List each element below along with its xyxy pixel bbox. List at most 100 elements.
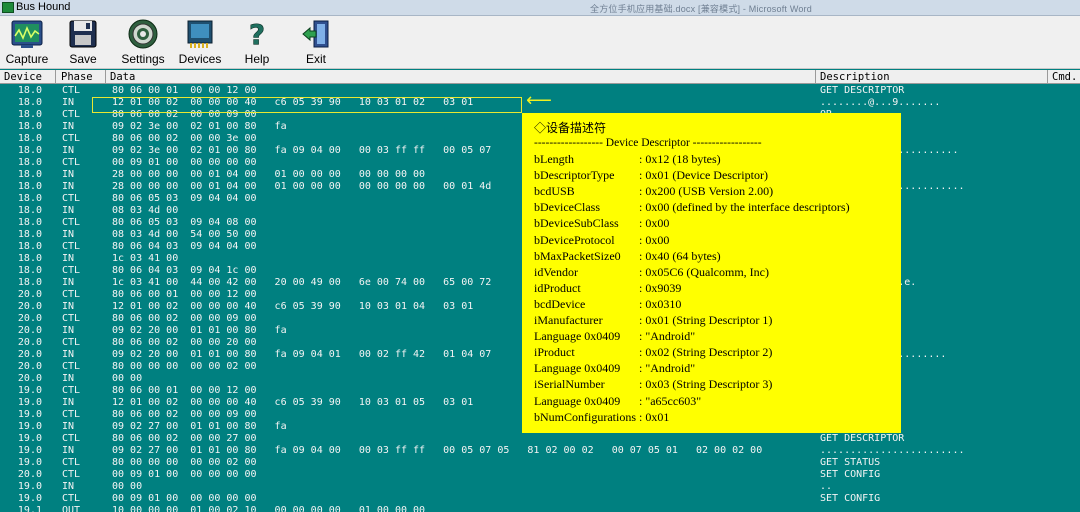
help-button[interactable]: ? Help: [237, 18, 277, 66]
row-phase-cell: CTL: [62, 289, 81, 300]
row-phase-cell: CTL: [62, 433, 81, 444]
descriptor-field-name: bcdDevice: [534, 297, 586, 311]
capture-row[interactable]: 19.0 IN 00 00..: [0, 481, 1080, 493]
row-device-cell: 19.0: [17, 481, 42, 492]
row-phase-cell: IN: [62, 421, 75, 432]
row-data-cell: 80 00 00 00 00 00 02 00: [112, 457, 257, 468]
row-phase-cell: CTL: [62, 313, 81, 324]
devices-label: Devices: [178, 52, 222, 66]
row-device-cell: 18.0: [17, 85, 42, 96]
descriptor-field-name: Language 0x0409: [534, 394, 621, 408]
row-device-cell: 20.0: [17, 313, 42, 324]
row-data-cell: 10 00 00 00 01 00 02 10 00 00 00 00 01 0…: [112, 505, 426, 512]
row-phase-cell: IN: [62, 121, 75, 132]
row-device-cell: 19.0: [17, 457, 42, 468]
capture-button[interactable]: Capture: [4, 18, 50, 66]
annotation-heading: ------------------ Device Descriptor ---…: [534, 137, 762, 149]
row-data-cell: 08 03 4d 00 54 00 50 00: [112, 229, 257, 240]
row-phase-cell: CTL: [62, 361, 81, 372]
toolbar: Capture Save Settings Devices ? Help Exi…: [0, 16, 1080, 69]
row-phase-cell: IN: [62, 253, 75, 264]
row-phase-cell: CTL: [62, 337, 81, 348]
row-device-cell: 20.0: [17, 469, 42, 480]
row-device-cell: 18.0: [17, 277, 42, 288]
descriptor-field-value: : 0x00: [639, 233, 670, 247]
row-phase-cell: CTL: [62, 109, 81, 120]
capture-row[interactable]: 20.0 CTL 00 09 01 00 00 00 00 00 SET CONFIG: [0, 469, 1080, 481]
column-header-phase[interactable]: Phase: [61, 71, 93, 83]
capture-row[interactable]: 19.0 CTL 80 06 00 02 00 00 27 00 GET DESCRI…: [0, 433, 1080, 445]
row-phase-cell: CTL: [62, 265, 81, 276]
row-phase-cell: IN: [62, 301, 75, 312]
row-phase-cell: CTL: [62, 157, 81, 168]
bus-hound-app-icon: [2, 2, 14, 13]
highlighted-row-outline: [92, 97, 522, 113]
row-phase-cell: IN: [62, 349, 75, 360]
row-device-cell: 20.0: [17, 361, 42, 372]
save-button[interactable]: Save: [63, 18, 103, 66]
row-device-cell: 18.0: [17, 265, 42, 276]
row-data-cell: 80 06 00 02 00 00 27 00: [112, 433, 257, 444]
device-descriptor-annotation: ◇设备描述符 ------------------ Device Descrip…: [522, 113, 901, 433]
row-device-cell: 20.0: [17, 373, 42, 384]
capture-row[interactable]: 19.0 IN 09 02 27 00 01 01 00 80 fa 09 04 0…: [0, 445, 1080, 457]
descriptor-field-value: : 0x9039: [639, 281, 682, 295]
row-description-cell: ........................: [820, 445, 965, 456]
row-device-cell: 18.0: [17, 157, 42, 168]
annotation-title: ◇设备描述符: [534, 121, 607, 135]
row-data-cell: 80 06 00 01 00 00 12 00: [112, 289, 257, 300]
row-data-cell: 00 09 01 00 00 00 00 00: [112, 157, 257, 168]
title-bar: Bus Hound 全方位手机应用基础.docx [兼容模式] - Micros…: [0, 0, 1080, 16]
capture-row[interactable]: 19.0 CTL 00 09 01 00 00 00 00 00 SET CONFIG: [0, 493, 1080, 505]
row-data-cell: 00 00: [112, 373, 143, 384]
settings-button[interactable]: Settings: [120, 18, 166, 66]
row-data-cell: 80 06 00 02 00 00 09 00: [112, 409, 257, 420]
column-header-data[interactable]: Data: [110, 71, 135, 83]
row-device-cell: 20.0: [17, 337, 42, 348]
descriptor-field-value: : 0x00: [639, 216, 670, 230]
row-device-cell: 18.0: [17, 145, 42, 156]
exit-label: Exit: [305, 52, 326, 66]
row-device-cell: 19.0: [17, 409, 42, 420]
row-phase-cell: IN: [62, 325, 75, 336]
column-divider[interactable]: [815, 70, 816, 84]
row-phase-cell: IN: [62, 445, 75, 456]
row-phase-cell: IN: [62, 373, 75, 384]
capture-row[interactable]: 19.1 OUT 10 00 00 00 01 00 02 10 00 00 00 …: [0, 505, 1080, 512]
row-device-cell: 18.0: [17, 193, 42, 204]
devices-icon: [184, 18, 216, 50]
row-device-cell: 18.0: [17, 241, 42, 252]
row-device-cell: 18.0: [17, 97, 42, 108]
devices-button[interactable]: Devices: [177, 18, 223, 66]
row-device-cell: 18.0: [17, 205, 42, 216]
capture-row[interactable]: 19.0 CTL 80 00 00 00 00 00 02 00 GET STATUS: [0, 457, 1080, 469]
exit-button[interactable]: Exit: [296, 18, 336, 66]
row-data-cell: 80 06 04 03 09 04 1c 00: [112, 265, 257, 276]
row-phase-cell: IN: [62, 481, 75, 492]
background-window-title: 全方位手机应用基础.docx [兼容模式] - Microsoft Word: [590, 4, 812, 14]
exit-icon: [300, 18, 332, 50]
row-phase-cell: IN: [62, 181, 75, 192]
row-phase-cell: CTL: [62, 469, 81, 480]
descriptor-field-value: : 0x01: [639, 410, 670, 424]
row-phase-cell: CTL: [62, 457, 81, 468]
column-divider[interactable]: [1047, 70, 1048, 84]
descriptor-field-name: bDeviceClass: [534, 200, 600, 214]
help-label: Help: [244, 52, 270, 66]
descriptor-field-value: : 0x02 (String Descriptor 2): [639, 345, 773, 359]
row-data-cell: 09 02 27 00 01 01 00 80 fa 09 04 00 00 0…: [112, 445, 763, 456]
column-divider[interactable]: [105, 70, 106, 84]
descriptor-field-name: bcdUSB: [534, 184, 575, 198]
column-divider[interactable]: [55, 70, 56, 84]
save-icon: [67, 18, 99, 50]
column-header-description[interactable]: Description: [820, 71, 890, 83]
row-phase-cell: IN: [62, 229, 75, 240]
row-data-cell: 09 02 27 00 01 01 00 80 fa: [112, 421, 287, 432]
row-data-cell: 00 09 01 00 00 00 00 00: [112, 493, 257, 504]
column-header-cmd[interactable]: Cmd.: [1052, 71, 1077, 83]
row-phase-cell: CTL: [62, 409, 81, 420]
descriptor-field-name: bLength: [534, 152, 574, 166]
left-arrow-icon: ⟵: [526, 90, 552, 111]
row-device-cell: 18.0: [17, 169, 42, 180]
column-header-device[interactable]: Device: [4, 71, 42, 83]
